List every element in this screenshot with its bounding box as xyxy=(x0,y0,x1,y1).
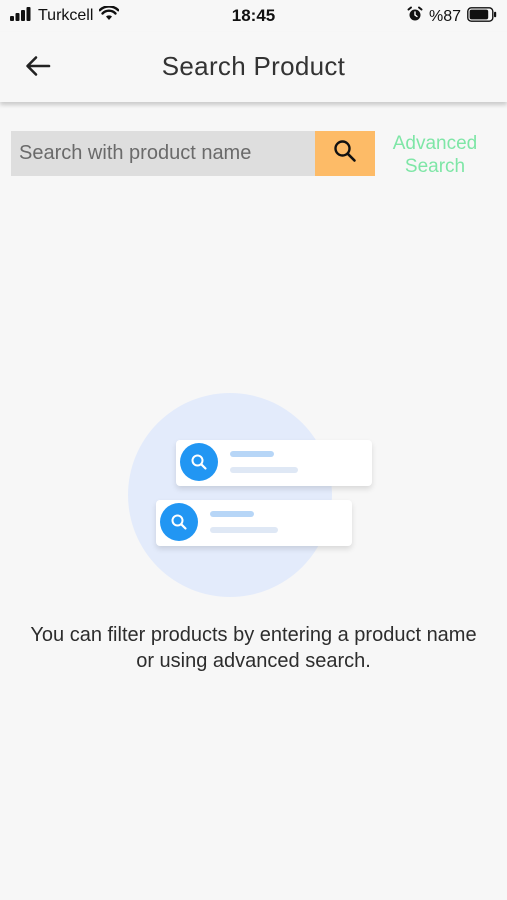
illustration-card xyxy=(176,440,372,486)
illustration-card xyxy=(156,500,352,546)
page-title: Search Product xyxy=(161,51,346,81)
search-icon xyxy=(333,139,357,168)
advanced-search-link[interactable]: Advanced Search xyxy=(380,132,490,178)
illustration-circle xyxy=(128,393,332,597)
battery-fill xyxy=(469,9,489,19)
empty-state-illustration xyxy=(128,393,378,597)
magnifier-badge-icon xyxy=(160,503,198,541)
magnifier-badge-icon xyxy=(180,443,218,481)
advanced-search-label-line1: Advanced xyxy=(392,133,478,154)
search-button[interactable] xyxy=(315,131,375,176)
search-product-screen: Turkcell 18:45 %87 Search Product Search… xyxy=(0,0,507,900)
status-bar: Turkcell 18:45 %87 xyxy=(0,0,507,32)
status-right: %87 xyxy=(407,6,497,27)
battery-icon xyxy=(467,6,497,27)
placeholder-line xyxy=(230,467,298,473)
placeholder-line xyxy=(230,451,274,457)
advanced-search-label-line2: Search xyxy=(404,156,466,177)
app-bar: Search Product xyxy=(0,32,507,102)
placeholder-line xyxy=(210,527,278,533)
alarm-icon xyxy=(407,6,423,27)
search-input[interactable] xyxy=(11,131,315,176)
empty-state-message: You can filter products by entering a pr… xyxy=(30,624,477,672)
placeholder-line xyxy=(210,511,254,517)
battery-percent: %87 xyxy=(428,7,461,25)
